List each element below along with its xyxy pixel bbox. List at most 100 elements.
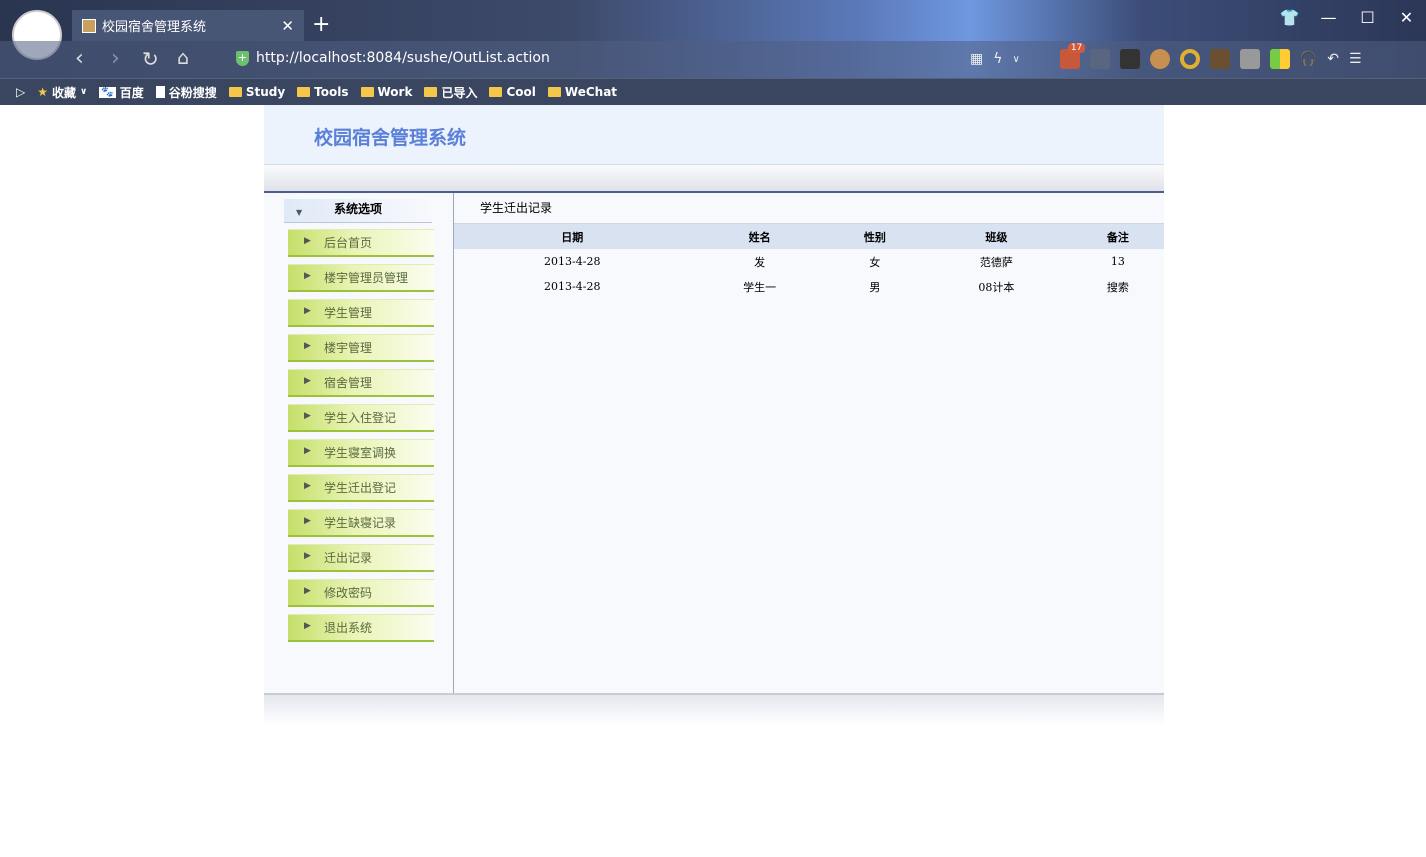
minimize-button[interactable]: — bbox=[1309, 8, 1348, 27]
table-cell: 女 bbox=[869, 255, 881, 269]
sidebar-item[interactable]: ▶ 退出系统 bbox=[288, 614, 434, 642]
sidebar-item[interactable]: ▶ 后台首页 bbox=[288, 229, 434, 257]
column-header: 备注 bbox=[1071, 224, 1164, 249]
folder-icon bbox=[489, 87, 503, 97]
table-cell: 13 bbox=[1110, 255, 1125, 268]
table-cell: 范德萨 bbox=[979, 255, 1013, 269]
bookmark-imported[interactable]: 已导入 bbox=[424, 84, 477, 101]
bookmark-work[interactable]: Work bbox=[360, 85, 412, 99]
sidebar-item[interactable]: ▶ 学生迁出登记 bbox=[288, 474, 434, 502]
sidebar-item-label: 宿舍管理 bbox=[324, 376, 373, 390]
arrow-right-icon: ▶ bbox=[304, 481, 311, 491]
table-row: 2013-4-28 发 女 范德萨 13 bbox=[454, 249, 1164, 274]
table-cell: 学生一 bbox=[743, 280, 777, 294]
sidebar-heading-label: 系统选项 bbox=[333, 202, 382, 216]
column-header: 性别 bbox=[828, 224, 921, 249]
sidebar-item[interactable]: ▶ 楼宇管理员管理 bbox=[288, 264, 434, 292]
sidebar-item[interactable]: ▶ 迁出记录 bbox=[288, 544, 434, 572]
arrow-right-icon: ▶ bbox=[304, 411, 311, 421]
arrow-right-icon: ▶ bbox=[304, 236, 311, 246]
extension-windows-icon[interactable] bbox=[1269, 49, 1290, 69]
header-band bbox=[264, 165, 1164, 193]
sidebar-item-label: 修改密码 bbox=[324, 586, 373, 600]
back-button[interactable]: ‹ bbox=[75, 46, 84, 71]
bookmark-study[interactable]: Study bbox=[228, 85, 285, 99]
sidebar-heading: ▼ 系统选项 bbox=[284, 199, 432, 223]
arrow-right-icon: ▶ bbox=[304, 341, 311, 351]
arrow-right-icon: ▶ bbox=[304, 376, 311, 386]
folder-icon bbox=[297, 87, 311, 97]
favicon-icon bbox=[82, 18, 96, 33]
bookmark-gufen[interactable]: 谷粉搜搜 bbox=[155, 84, 217, 101]
sidebar-item-label: 学生管理 bbox=[324, 306, 373, 320]
star-icon: ★ bbox=[37, 85, 48, 99]
sidebar-item[interactable]: ▶ 学生寝室调换 bbox=[288, 439, 434, 467]
extension-lock-icon[interactable]: 17 bbox=[1059, 43, 1086, 69]
arrow-right-icon: ▶ bbox=[304, 621, 311, 631]
table-cell: 发 bbox=[754, 255, 766, 269]
extension-qrcode-icon[interactable] bbox=[1239, 49, 1260, 69]
address-bar[interactable]: + http://localhost:8084/sushe/OutList.ac… bbox=[236, 50, 550, 66]
chevron-down-icon[interactable]: ∨ bbox=[1012, 54, 1019, 65]
new-tab-button[interactable]: + bbox=[312, 12, 330, 37]
headphones-icon[interactable]: 🎧 bbox=[1300, 51, 1317, 67]
browser-chrome: 校园宿舍管理系统 ✕ + 👕 — ☐ ✕ ‹ › ↻ ⌂ + http://lo… bbox=[0, 0, 1426, 105]
tab-title: 校园宿舍管理系统 bbox=[102, 20, 207, 35]
sidebar-item[interactable]: ▶ 修改密码 bbox=[288, 579, 434, 607]
extension-recycle-icon[interactable] bbox=[1089, 49, 1110, 69]
forward-button[interactable]: › bbox=[111, 46, 120, 71]
maximize-button[interactable]: ☐ bbox=[1348, 8, 1387, 27]
arrow-right-icon: ▶ bbox=[304, 586, 311, 596]
sidebar-item[interactable]: ▶ 学生管理 bbox=[288, 299, 434, 327]
table-cell: 2013-4-28 bbox=[544, 280, 601, 293]
sidebar-item-label: 迁出记录 bbox=[324, 551, 373, 565]
sidebar-item-label: 退出系统 bbox=[324, 621, 373, 635]
baidu-icon: 🐾 bbox=[99, 86, 116, 98]
folder-icon bbox=[360, 87, 374, 97]
bookmark-favorites[interactable]: ★ 收藏 ∨ bbox=[37, 84, 87, 101]
undo-icon[interactable]: ↶ bbox=[1327, 51, 1339, 67]
home-button[interactable]: ⌂ bbox=[177, 47, 189, 69]
sidebar-item-label: 学生缺寝记录 bbox=[324, 516, 397, 530]
extension-camera-icon[interactable] bbox=[1119, 49, 1140, 69]
bookmark-baidu[interactable]: 🐾 百度 bbox=[99, 84, 144, 101]
menu-icon[interactable]: ☰ bbox=[1349, 51, 1362, 67]
out-records-table: 日期 姓名 性别 班级 备注 2013-4-28 发 女 范德萨 13 2013-4-28 学生一 男… bbox=[454, 224, 1164, 299]
url-text: http://localhost:8084/sushe/OutList.acti… bbox=[256, 50, 550, 66]
app-title: 校园宿舍管理系统 bbox=[314, 127, 467, 149]
caret-down-icon: ▼ bbox=[296, 208, 303, 217]
sidebar-item[interactable]: ▶ 学生入住登记 bbox=[288, 404, 434, 432]
extension-box-icon[interactable] bbox=[1209, 49, 1230, 69]
lightning-icon[interactable]: ϟ bbox=[993, 51, 1002, 67]
secure-shield-icon: + bbox=[236, 50, 249, 66]
sidebar-item-label: 后台首页 bbox=[324, 236, 373, 250]
column-header: 姓名 bbox=[690, 224, 829, 249]
folder-icon bbox=[424, 87, 438, 97]
extension-chrome-icon[interactable] bbox=[1179, 49, 1200, 69]
content-title: 学生迁出记录 bbox=[454, 193, 1164, 224]
sidebar-toggle-icon[interactable]: ▷ bbox=[16, 85, 25, 99]
sidebar-item-label: 学生寝室调换 bbox=[324, 446, 397, 460]
app-header: 校园宿舍管理系统 bbox=[264, 105, 1164, 165]
extension-monkey-icon[interactable] bbox=[1149, 49, 1170, 69]
arrow-right-icon: ▶ bbox=[304, 551, 311, 561]
qr-icon[interactable]: ▦ bbox=[970, 51, 983, 67]
sidebar-item[interactable]: ▶ 宿舍管理 bbox=[288, 369, 434, 397]
table-cell: 08计本 bbox=[978, 280, 1015, 294]
table-cell: 男 bbox=[869, 280, 881, 294]
browser-tab[interactable]: 校园宿舍管理系统 ✕ bbox=[72, 10, 304, 41]
arrow-right-icon: ▶ bbox=[304, 446, 311, 456]
close-tab-icon[interactable]: ✕ bbox=[281, 17, 294, 35]
close-window-button[interactable]: ✕ bbox=[1387, 8, 1426, 27]
main-content: 学生迁出记录 日期 姓名 性别 班级 备注 2013-4-28 发女范德萨 13 2013-4… bbox=[454, 193, 1164, 693]
sidebar-item[interactable]: ▶ 楼宇管理 bbox=[288, 334, 434, 362]
sidebar-item[interactable]: ▶ 学生缺寝记录 bbox=[288, 509, 434, 537]
skin-icon[interactable]: 👕 bbox=[1270, 8, 1309, 27]
bookmark-cool[interactable]: Cool bbox=[489, 85, 536, 99]
folder-icon bbox=[547, 87, 561, 97]
bookmark-tools[interactable]: Tools bbox=[297, 85, 349, 99]
sidebar: ▼ 系统选项 ▶ 后台首页 ▶ 楼宇管理员管理 ▶ 学生管理 ▶ 楼宇管理 ▶ 宿舍管理 ▶ 学生入住登… bbox=[264, 193, 454, 693]
reload-button[interactable]: ↻ bbox=[142, 47, 159, 71]
table-cell: 搜索 bbox=[1106, 280, 1129, 294]
bookmark-wechat[interactable]: WeChat bbox=[547, 85, 617, 99]
